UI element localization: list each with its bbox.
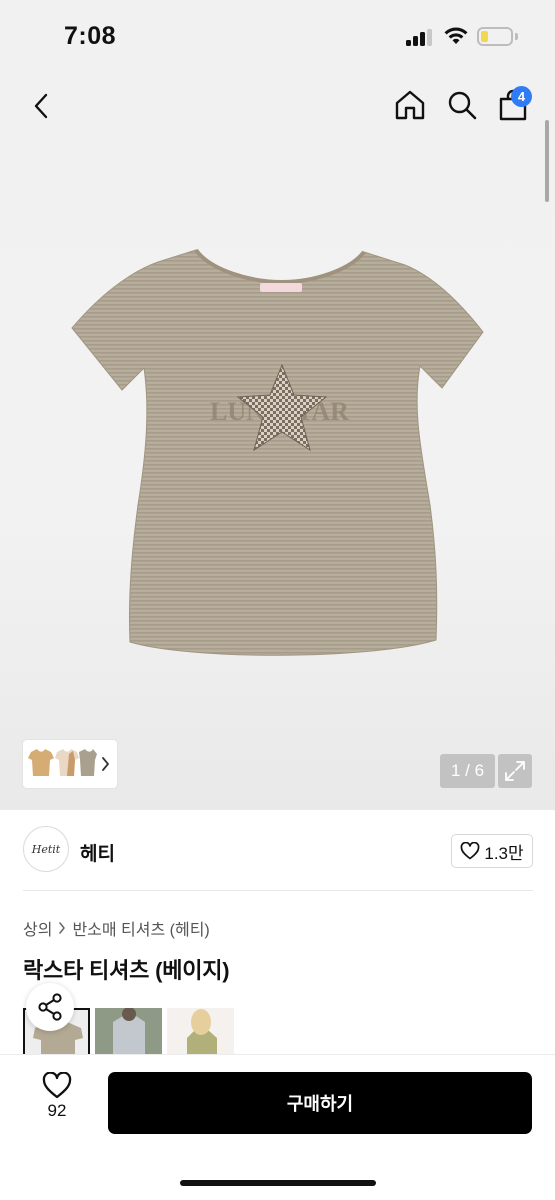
gallery-page-indicator: 1 / 6 xyxy=(440,754,495,788)
breadcrumb: 상의 반소매 티셔츠 (헤티) xyxy=(23,916,210,940)
breadcrumb-subcategory[interactable]: 반소매 티셔츠 (헤티) xyxy=(72,916,209,940)
divider xyxy=(23,890,533,891)
brand-like-button[interactable]: 1.3만 xyxy=(451,834,533,868)
chevron-right-icon xyxy=(59,922,66,934)
buy-button[interactable]: 구매하기 xyxy=(108,1072,532,1134)
brand-like-count: 1.3만 xyxy=(484,843,524,863)
thumbnail-strip xyxy=(28,749,109,776)
home-icon xyxy=(395,90,425,120)
wishlist-count: 92 xyxy=(47,1101,67,1120)
share-button[interactable] xyxy=(26,983,74,1031)
expand-icon xyxy=(505,761,525,781)
product-title: 락스타 티셔츠 (베이지) xyxy=(23,958,230,983)
breadcrumb-category[interactable]: 상의 xyxy=(23,916,52,940)
variant-thumbnail[interactable] xyxy=(167,1008,234,1058)
brand-row[interactable]: Hetit 헤티 1.3만 xyxy=(23,826,533,874)
status-bar: 7:08 xyxy=(0,0,555,70)
brand-logo[interactable]: Hetit xyxy=(23,826,69,872)
wifi-icon xyxy=(444,27,468,44)
search-button[interactable] xyxy=(441,84,483,126)
search-icon xyxy=(448,91,477,120)
product-image: LUNI STAR xyxy=(71,248,484,656)
cart-count-badge: 4 xyxy=(511,86,532,107)
brand-name[interactable]: 헤티 xyxy=(80,839,115,866)
status-time: 7:08 xyxy=(64,22,117,50)
heart-outline-icon xyxy=(461,842,480,860)
variant-thumbnail[interactable] xyxy=(95,1008,162,1058)
cellular-signal-icon xyxy=(406,29,434,46)
home-indicator xyxy=(180,1180,376,1186)
expand-image-button[interactable] xyxy=(498,754,532,788)
scrollbar[interactable] xyxy=(545,120,549,202)
heart-outline-icon xyxy=(42,1072,72,1099)
chevron-left-icon xyxy=(34,93,48,119)
chevron-right-icon xyxy=(102,757,109,771)
thumbnail-strip-button[interactable] xyxy=(23,740,117,788)
battery-icon xyxy=(477,27,513,46)
back-button[interactable] xyxy=(22,86,62,126)
home-button[interactable] xyxy=(389,84,431,126)
wishlist-button[interactable]: 92 xyxy=(32,1072,82,1132)
share-icon xyxy=(38,993,62,1021)
